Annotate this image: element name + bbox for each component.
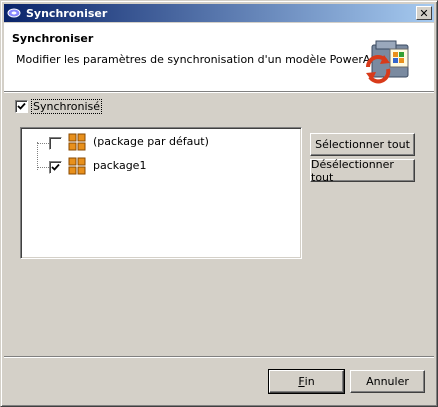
dialog-window: Synchroniser ✕ Synchroniser Modifier les… bbox=[0, 0, 438, 407]
app-logo-icon bbox=[6, 5, 22, 21]
deselect-all-button[interactable]: Désélectionner tout bbox=[310, 158, 415, 184]
cancel-button[interactable]: Annuler bbox=[350, 370, 425, 393]
window-title: Synchroniser bbox=[26, 6, 108, 20]
header-title: Synchroniser bbox=[12, 32, 94, 45]
close-button[interactable]: ✕ bbox=[416, 6, 432, 20]
tree-item-package1-checkbox[interactable] bbox=[49, 161, 62, 174]
synchronise-checkbox[interactable] bbox=[15, 100, 28, 113]
checkmark-icon bbox=[17, 102, 26, 110]
tree-item-default-package-label[interactable]: (package par défaut) bbox=[93, 135, 209, 148]
tree-item-package1-label[interactable]: package1 bbox=[93, 159, 146, 172]
tree-connector bbox=[37, 167, 49, 168]
synchronize-banner-icon bbox=[362, 37, 418, 85]
wizard-header: Synchroniser Modifier les paramètres de … bbox=[4, 23, 434, 92]
checkmark-icon bbox=[51, 163, 60, 171]
finish-button[interactable]: Fin bbox=[268, 369, 345, 394]
title-bar[interactable]: Synchroniser ✕ bbox=[4, 4, 434, 22]
package-icon bbox=[68, 133, 86, 151]
synchronise-label[interactable]: Synchronisé bbox=[30, 99, 103, 114]
tree-connector bbox=[37, 143, 49, 144]
select-all-button[interactable]: Sélectionner tout bbox=[310, 133, 415, 156]
synchronise-checkbox-row[interactable]: Synchronisé bbox=[15, 99, 103, 114]
package-icon bbox=[68, 157, 86, 175]
footer-divider bbox=[4, 356, 434, 358]
close-icon: ✕ bbox=[419, 6, 429, 20]
finish-label: in bbox=[304, 375, 315, 388]
package-tree[interactable]: (package par défaut) package1 bbox=[20, 127, 302, 259]
header-divider bbox=[4, 92, 434, 93]
header-description: Modifier les paramètres de synchronisati… bbox=[16, 53, 388, 66]
tree-connector bbox=[37, 142, 38, 170]
tree-item-default-package-checkbox[interactable] bbox=[49, 137, 62, 150]
